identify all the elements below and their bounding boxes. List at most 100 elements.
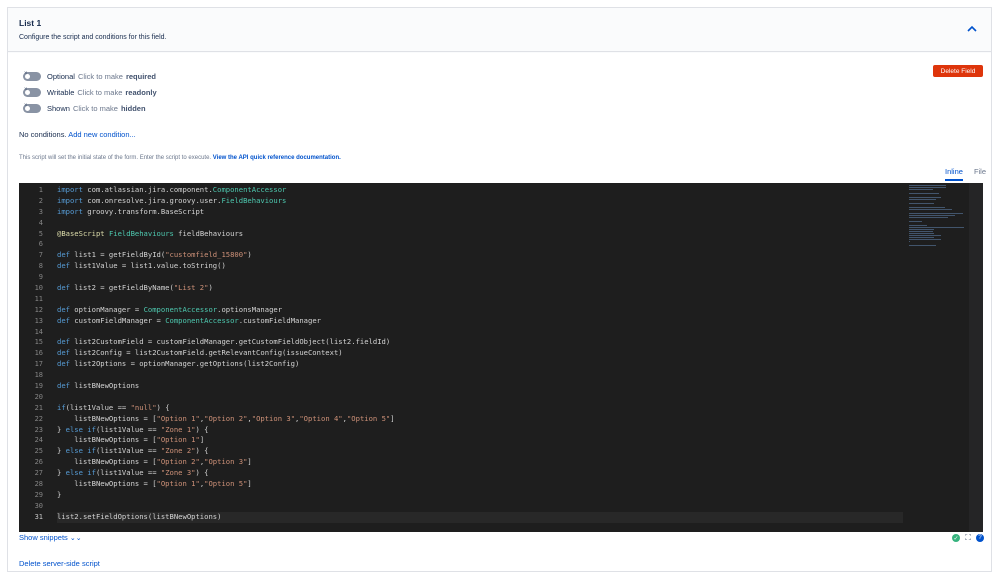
code-line[interactable]: import com.atlassian.jira.component.Comp… bbox=[57, 185, 903, 196]
line-number: 28 bbox=[34, 480, 43, 489]
panel-header[interactable]: List 1 Configure the script and conditio… bbox=[8, 8, 991, 52]
line-number: 15 bbox=[34, 338, 43, 347]
line-number: 27 bbox=[34, 469, 43, 478]
conditions-row: No conditions. Add new condition... bbox=[19, 130, 136, 139]
line-number: 2 bbox=[38, 196, 43, 205]
code-line[interactable]: ​ bbox=[57, 272, 903, 283]
line-number: 10 bbox=[34, 284, 43, 293]
code-line[interactable]: import com.onresolve.jira.groovy.user.Fi… bbox=[57, 196, 903, 207]
minimap-line bbox=[909, 241, 910, 242]
code-line[interactable]: listBNewOptions = ["Option 1"] bbox=[57, 435, 903, 446]
delete-field-button[interactable]: Delete Field bbox=[933, 65, 983, 77]
field-config-panel: List 1 Configure the script and conditio… bbox=[7, 7, 992, 572]
code-line[interactable]: ​ bbox=[57, 327, 903, 338]
code-line[interactable]: ​ bbox=[57, 294, 903, 305]
line-number: 4 bbox=[38, 218, 43, 227]
code-line[interactable]: def listBNewOptions bbox=[57, 381, 903, 392]
code-line[interactable]: ​ bbox=[57, 501, 903, 512]
line-number: 26 bbox=[34, 458, 43, 467]
line-number: 7 bbox=[38, 251, 43, 260]
minimap-line bbox=[909, 221, 923, 222]
code-line[interactable]: def customFieldManager = ComponentAccess… bbox=[57, 316, 903, 327]
line-number: 3 bbox=[38, 207, 43, 216]
code-line[interactable]: def list1Value = list1.value.toString() bbox=[57, 261, 903, 272]
minimap-line bbox=[909, 193, 940, 194]
code-line[interactable]: def list2Config = list2CustomField.getRe… bbox=[57, 348, 903, 359]
code-line[interactable]: listBNewOptions = ["Option 2","Option 3"… bbox=[57, 457, 903, 468]
minimap-line bbox=[909, 231, 933, 232]
minimap-line bbox=[909, 185, 947, 186]
line-number: 6 bbox=[38, 240, 43, 249]
line-number: 9 bbox=[38, 273, 43, 282]
code-area[interactable]: import com.atlassian.jira.component.Comp… bbox=[57, 185, 903, 523]
toggle-switch-icon[interactable]: × bbox=[23, 87, 41, 97]
code-line[interactable]: ​ bbox=[57, 370, 903, 381]
help-icon[interactable]: ? bbox=[976, 534, 984, 542]
minimap-line bbox=[909, 215, 956, 216]
line-number: 18 bbox=[34, 371, 43, 380]
minimap-line bbox=[909, 197, 941, 198]
editor-status-icons: ✓ ⛶ ? bbox=[952, 533, 984, 542]
line-number: 24 bbox=[34, 436, 43, 445]
line-number: 14 bbox=[34, 327, 43, 336]
editor-scrollbar[interactable] bbox=[969, 183, 983, 532]
minimap-line bbox=[909, 189, 933, 190]
code-line[interactable]: } else if(list1Value == "Zone 2") { bbox=[57, 446, 903, 457]
page-subtitle: Configure the script and conditions for … bbox=[19, 34, 167, 41]
code-line[interactable]: ​ bbox=[57, 392, 903, 403]
line-numbers: 1 2 3 4 5 6 7 8 9 10 11 12 13 14 15 16 17 18 19 20 21 22 23 24 2… bbox=[19, 185, 43, 523]
code-line[interactable]: listBNewOptions = ["Option 1","Option 5"… bbox=[57, 479, 903, 490]
chevron-up-icon[interactable] bbox=[965, 22, 979, 36]
line-number: 1 bbox=[38, 186, 43, 194]
editor-minimap[interactable] bbox=[909, 185, 969, 246]
line-number: 31 bbox=[34, 512, 43, 521]
code-line[interactable]: ​ bbox=[57, 239, 903, 250]
api-docs-link[interactable]: View the API quick reference documentati… bbox=[213, 155, 341, 161]
minimap-line bbox=[909, 217, 949, 218]
toggle-optional[interactable]: × Optional Click to make required bbox=[23, 70, 156, 82]
minimap-line bbox=[909, 213, 963, 214]
minimap-line bbox=[909, 239, 941, 240]
minimap-line bbox=[909, 227, 964, 228]
code-line[interactable]: } else if(list1Value == "Zone 3") { bbox=[57, 468, 903, 479]
code-line[interactable]: def list2CustomField = customFieldManage… bbox=[57, 337, 903, 348]
line-number: 13 bbox=[34, 316, 43, 325]
line-number: 21 bbox=[34, 403, 43, 412]
show-snippets-link[interactable]: Show snippets ⌄⌄ bbox=[19, 533, 82, 542]
code-line[interactable]: ​ bbox=[57, 218, 903, 229]
minimap-line bbox=[909, 245, 936, 246]
code-line[interactable]: } bbox=[57, 490, 903, 501]
minimap-line bbox=[909, 203, 935, 204]
code-line[interactable]: def list2 = getFieldByName("List 2") bbox=[57, 283, 903, 294]
code-line[interactable]: import groovy.transform.BaseScript bbox=[57, 207, 903, 218]
page-title: List 1 bbox=[19, 18, 42, 28]
code-line[interactable]: if(list1Value == "null") { bbox=[57, 403, 903, 414]
check-icon: ✓ bbox=[952, 534, 960, 542]
minimap-line bbox=[909, 237, 934, 238]
code-line[interactable]: def optionManager = ComponentAccessor.op… bbox=[57, 305, 903, 316]
line-number: 8 bbox=[38, 262, 43, 271]
code-line[interactable]: listBNewOptions = ["Option 1","Option 2"… bbox=[57, 414, 903, 425]
minimap-line bbox=[909, 233, 934, 234]
add-condition-link[interactable]: Add new condition... bbox=[68, 130, 136, 139]
toggle-switch-icon[interactable]: × bbox=[23, 103, 41, 113]
code-line[interactable]: } else if(list1Value == "Zone 1") { bbox=[57, 425, 903, 436]
delete-server-script-link[interactable]: Delete server-side script bbox=[19, 559, 100, 568]
line-number: 22 bbox=[34, 414, 43, 423]
code-editor[interactable]: 1 2 3 4 5 6 7 8 9 10 11 12 13 14 15 16 17 18 19 20 21 22 23 24 2… bbox=[19, 183, 983, 532]
fullscreen-icon[interactable]: ⛶ bbox=[964, 533, 972, 542]
code-line[interactable]: def list2Options = optionManager.getOpti… bbox=[57, 359, 903, 370]
code-line[interactable]: list2.setFieldOptions(listBNewOptions) bbox=[57, 511, 903, 523]
script-note: This script will set the initial state o… bbox=[19, 155, 341, 161]
toggle-writable[interactable]: × Writable Click to make readonly bbox=[23, 86, 157, 98]
code-line[interactable]: @BaseScript FieldBehaviours fieldBehavio… bbox=[57, 229, 903, 240]
toggle-switch-icon[interactable]: × bbox=[23, 71, 41, 81]
panel-body: × Optional Click to make required × Writ… bbox=[8, 53, 991, 571]
tab-file[interactable]: File bbox=[974, 167, 986, 181]
code-line[interactable]: def list1 = getFieldById("customfield_15… bbox=[57, 250, 903, 261]
minimap-line bbox=[909, 229, 934, 230]
script-tabs: Inline File bbox=[934, 167, 986, 181]
minimap-line bbox=[909, 235, 941, 236]
toggle-shown[interactable]: × Shown Click to make hidden bbox=[23, 102, 146, 114]
tab-inline[interactable]: Inline bbox=[945, 167, 963, 181]
